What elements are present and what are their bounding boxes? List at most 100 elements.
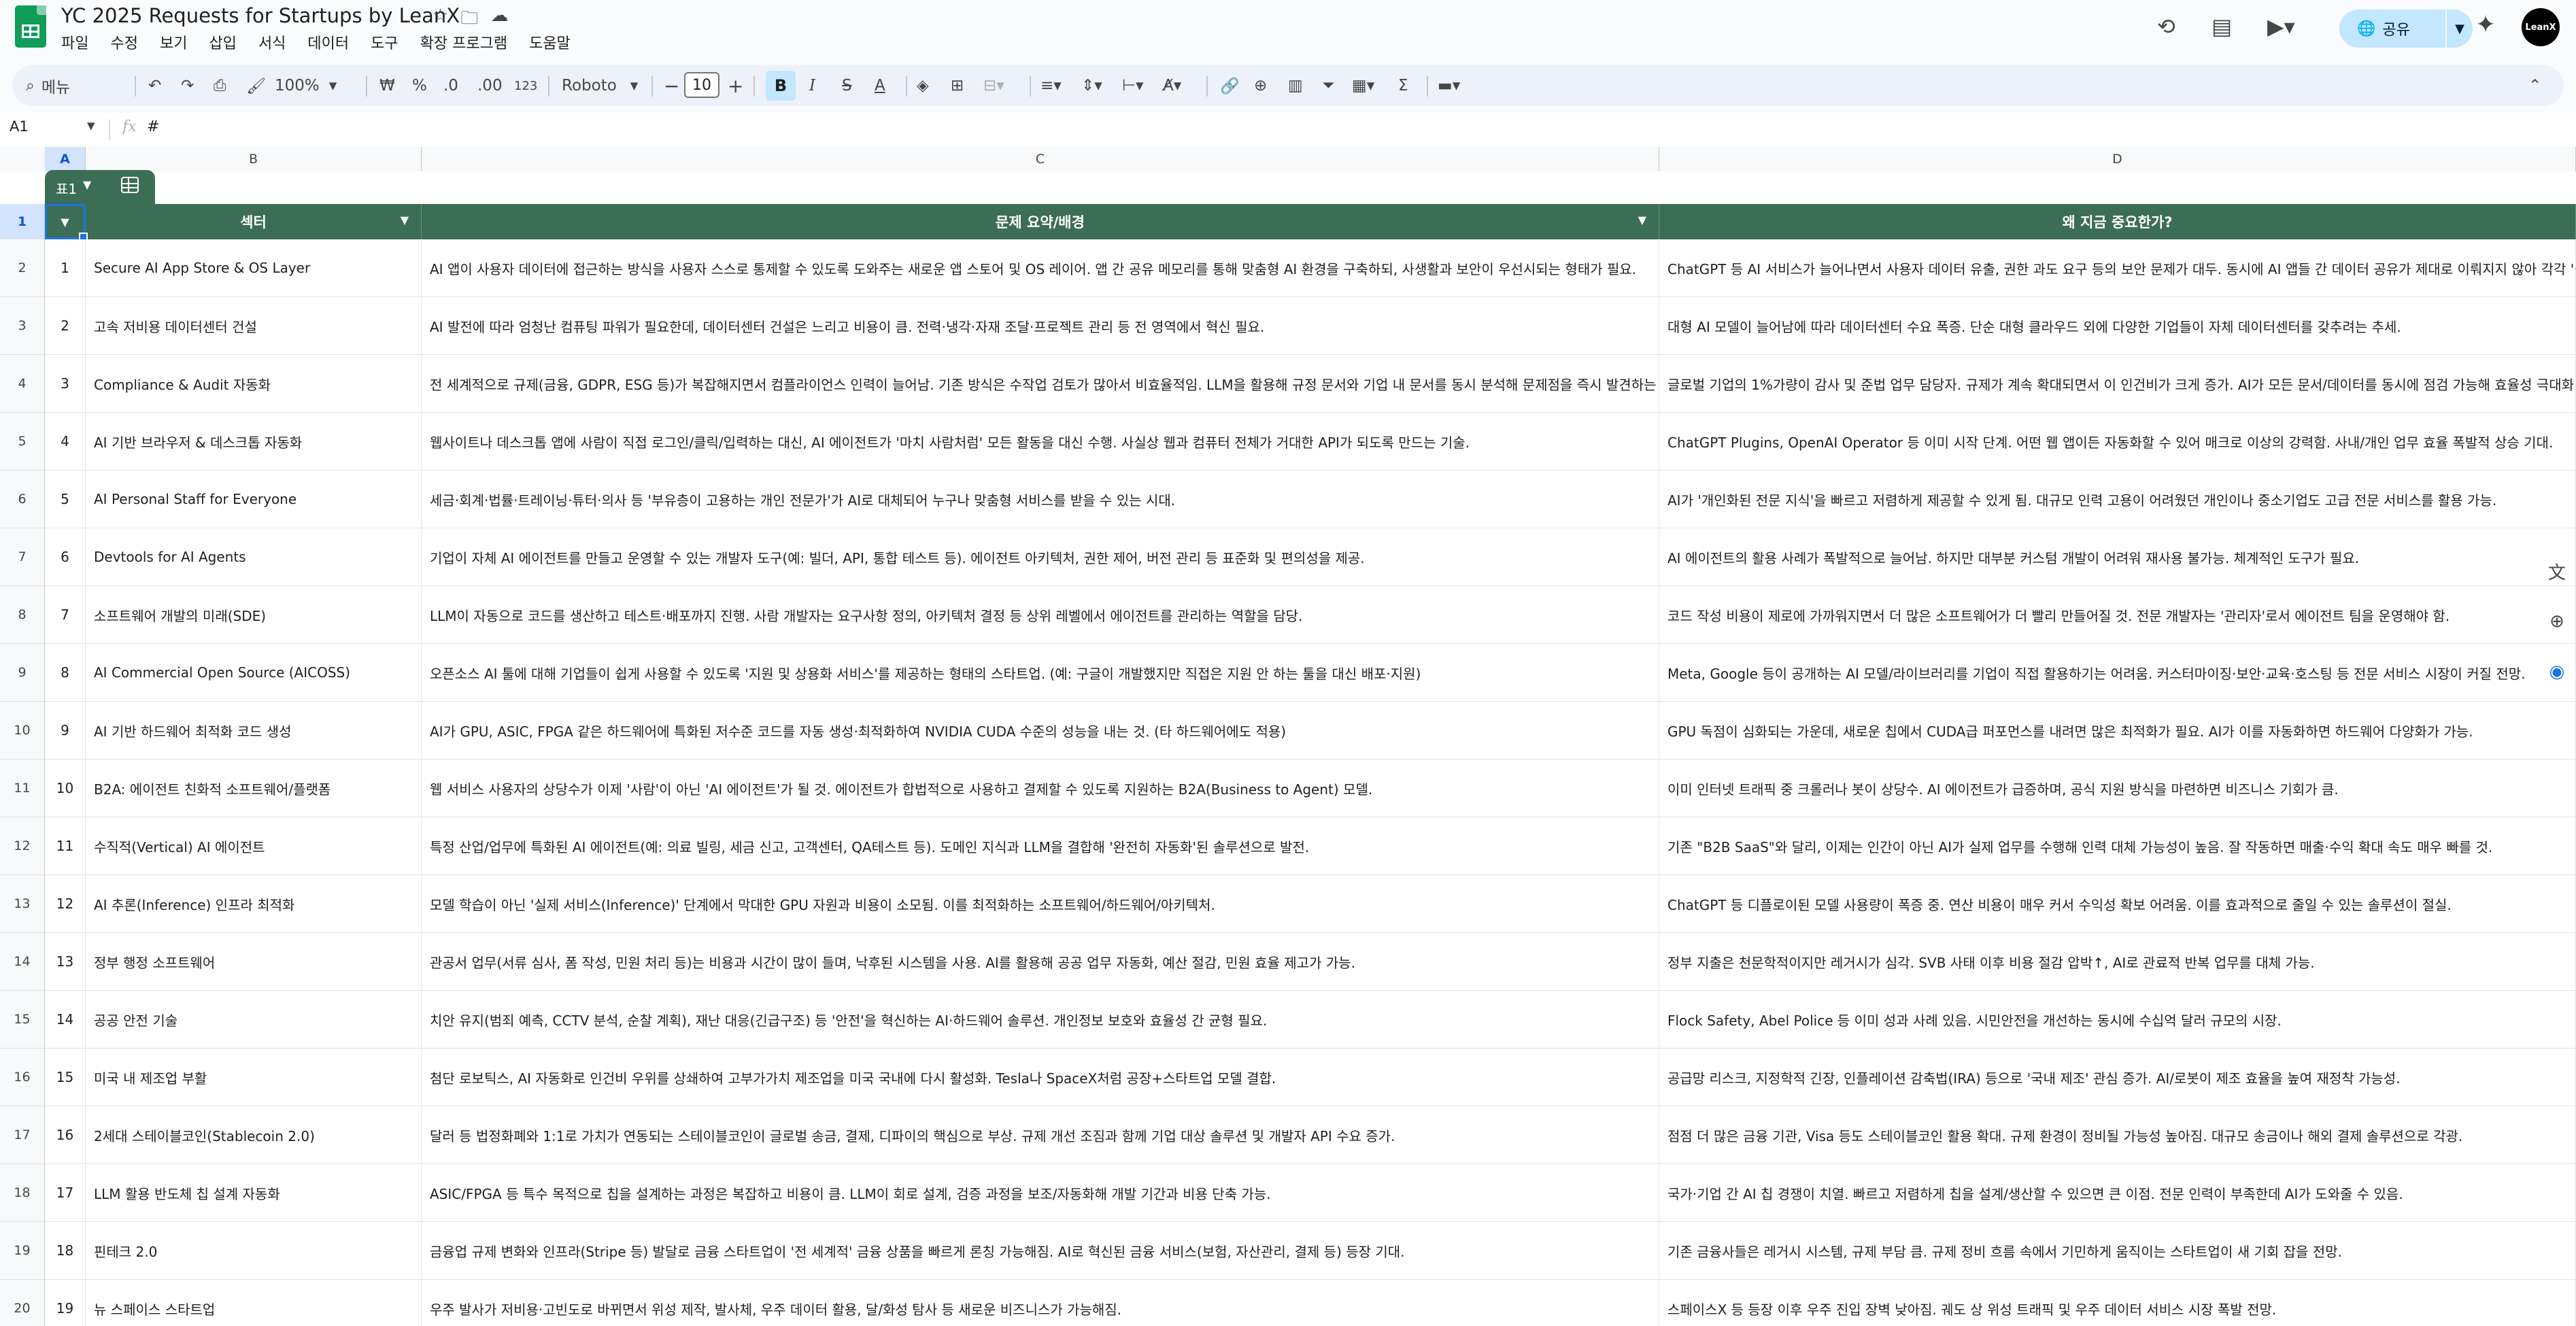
menu-file[interactable]: 파일 — [61, 31, 88, 53]
document-title[interactable]: YC 2025 Requests for Startups by LeanX — [61, 4, 460, 27]
header-cell-summary[interactable]: 문제 요약/배경 ▼ — [422, 204, 1659, 239]
cell-why-now[interactable]: 공급망 리스크, 지정학적 긴장, 인플레이션 감축법(IRA) 등으로 '국내… — [1659, 1049, 2576, 1106]
cell-why-now[interactable]: 이미 인터넷 트래픽 중 크롤러나 봇이 상당수. AI 에이전트가 급증하며,… — [1659, 760, 2576, 817]
zoom-select[interactable]: 100% ▼ — [275, 65, 337, 106]
percent-format-button[interactable]: % — [412, 65, 427, 106]
menu-insert[interactable]: 삽입 — [209, 31, 236, 53]
strikethrough-button[interactable]: S — [842, 65, 852, 106]
currency-format-button[interactable]: ₩ — [379, 65, 395, 106]
text-color-button[interactable]: A — [875, 65, 885, 106]
cell-summary[interactable]: 세금·회계·법률·트레이닝·튜터·의사 등 '부유층이 고용하는 개인 전문가'… — [422, 471, 1659, 528]
cell-why-now[interactable]: 글로벌 기업의 1%가량이 감사 및 준법 업무 담당자. 규제가 계속 확대되… — [1659, 355, 2576, 412]
cell-why-now[interactable]: 국가·기업 간 AI 칩 경쟁이 치열. 빠르고 저렴하게 칩을 설계/생산할 … — [1659, 1164, 2576, 1221]
filter-views-icon[interactable]: ▦▾ — [1352, 65, 1374, 106]
fill-color-icon[interactable]: ◈ — [917, 65, 929, 106]
menu-extensions[interactable]: 확장 프로그램 — [420, 31, 507, 53]
cell-num[interactable]: 14 — [45, 991, 86, 1048]
sheets-logo-icon[interactable] — [15, 5, 46, 48]
italic-button[interactable]: I — [809, 65, 815, 106]
cell-summary[interactable]: LLM이 자동으로 코드를 생산하고 테스트·배포까지 진행. 사람 개발자는 … — [422, 586, 1659, 643]
cell-summary[interactable]: 오픈소스 AI 툴에 대해 기업들이 쉽게 사용할 수 있도록 '지원 및 상용… — [422, 644, 1659, 701]
column-header-c[interactable]: C — [422, 147, 1659, 171]
insert-chart-icon[interactable]: ▥ — [1288, 65, 1303, 106]
decrease-font-size-icon[interactable]: − — [664, 65, 679, 106]
header-cell-sector[interactable]: 섹터 ▼ — [86, 204, 422, 239]
column-header-a[interactable]: A — [45, 147, 86, 171]
menu-format[interactable]: 서식 — [258, 31, 286, 53]
cell-summary[interactable]: AI 발전에 따라 엄청난 컴퓨팅 파워가 필요한데, 데이터센터 건설은 느리… — [422, 297, 1659, 354]
header-cell-why-now[interactable]: 왜 지금 중요한가? — [1659, 204, 2576, 239]
increase-font-size-icon[interactable]: + — [728, 65, 743, 106]
cell-num[interactable]: 7 — [45, 586, 86, 643]
row-header[interactable]: 20 — [0, 1280, 45, 1326]
cell-sector[interactable]: 정부 행정 소프트웨어 — [86, 933, 422, 990]
input-tools-icon[interactable]: ▬▾ — [1438, 65, 1460, 106]
cell-num[interactable]: 16 — [45, 1106, 86, 1163]
cell-summary[interactable]: 모델 학습이 아닌 '실제 서비스(Inference)' 단계에서 막대한 G… — [422, 875, 1659, 932]
assistant-icon[interactable]: ◉ — [2543, 658, 2571, 685]
cell-summary[interactable]: 우주 발사가 저비용·고빈도로 바뀌면서 위성 제작, 발사체, 우주 데이터 … — [422, 1280, 1659, 1326]
insert-link-icon[interactable]: 🔗 — [1220, 65, 1240, 106]
avatar[interactable]: LeanX — [2522, 8, 2560, 46]
menu-help[interactable]: 도움말 — [529, 31, 571, 53]
text-rotation-icon[interactable]: A̸▾ — [1163, 65, 1181, 106]
cell-why-now[interactable]: GPU 독점이 심화되는 가운데, 새로운 칩에서 CUDA급 퍼포먼스를 내려… — [1659, 702, 2576, 759]
cell-num[interactable]: 18 — [45, 1222, 86, 1279]
cell-summary[interactable]: ASIC/FPGA 등 특수 목적으로 칩을 설계하는 과정은 복잡하고 비용이… — [422, 1164, 1659, 1221]
row-header[interactable]: 9 — [0, 644, 45, 702]
cell-sector[interactable]: 소프트웨어 개발의 미래(SDE) — [86, 586, 422, 643]
row-header[interactable]: 6 — [0, 471, 45, 528]
cell-num[interactable]: 8 — [45, 644, 86, 701]
cell-num[interactable]: 11 — [45, 817, 86, 874]
cell-sector[interactable]: AI 기반 브라우저 & 데스크톱 자동화 — [86, 413, 422, 470]
cell-num[interactable]: 4 — [45, 413, 86, 470]
chevron-down-icon[interactable]: ▼ — [83, 178, 91, 191]
share-dropdown-icon[interactable]: ▼ — [2447, 22, 2473, 36]
functions-icon[interactable]: Σ — [1398, 65, 1408, 106]
cell-sector[interactable]: Secure AI App Store & OS Layer — [86, 239, 422, 296]
cell-num[interactable]: 15 — [45, 1049, 86, 1106]
horizontal-align-icon[interactable]: ≡▾ — [1040, 65, 1062, 106]
font-size-input[interactable]: 10 — [684, 72, 719, 98]
text-wrap-icon[interactable]: ⊢▾ — [1122, 65, 1144, 106]
add-ons-icon[interactable]: ⊕ — [2543, 608, 2571, 635]
cell-num[interactable]: 2 — [45, 297, 86, 354]
cell-why-now[interactable]: 정부 지출은 천문학적이지만 레거시가 심각. SVB 사태 이후 비용 절감 … — [1659, 933, 2576, 990]
name-box[interactable]: A1 — [10, 118, 29, 135]
column-header-d[interactable]: D — [1659, 147, 2576, 171]
row-header[interactable]: 2 — [0, 239, 45, 297]
vertical-align-icon[interactable]: ⇕▾ — [1081, 65, 1102, 106]
cell-num[interactable]: 12 — [45, 875, 86, 932]
row-header[interactable]: 1 — [0, 204, 45, 239]
meet-icon[interactable]: ▶▾ — [2267, 14, 2295, 39]
row-header[interactable]: 5 — [0, 413, 45, 471]
cell-sector[interactable]: AI 기반 하드웨어 최적화 코드 생성 — [86, 702, 422, 759]
row-header[interactable]: 7 — [0, 528, 45, 586]
cell-summary[interactable]: 금융업 규제 변화와 인프라(Stripe 등) 발달로 금융 스타트업이 '전… — [422, 1222, 1659, 1279]
row-header[interactable]: 18 — [0, 1164, 45, 1222]
cell-sector[interactable]: Devtools for AI Agents — [86, 528, 422, 585]
cell-sector[interactable]: 핀테크 2.0 — [86, 1222, 422, 1279]
cell-summary[interactable]: 첨단 로보틱스, AI 자동화로 인건비 우위를 상쇄하여 고부가가치 제조업을… — [422, 1049, 1659, 1106]
cell-summary[interactable]: 달러 등 법정화폐와 1:1로 가치가 연동되는 스테이블코인이 글로벌 송금,… — [422, 1106, 1659, 1163]
cell-why-now[interactable]: ChatGPT 등 AI 서비스가 늘어나면서 사용자 데이터 유출, 권한 과… — [1659, 239, 2576, 296]
cell-sector[interactable]: AI Personal Staff for Everyone — [86, 471, 422, 528]
row-header[interactable]: 10 — [0, 702, 45, 760]
comments-icon[interactable]: ▤ — [2211, 14, 2232, 39]
cell-summary[interactable]: AI 앱이 사용자 데이터에 접근하는 방식을 사용자 스스로 통제할 수 있도… — [422, 239, 1659, 296]
cell-why-now[interactable]: ChatGPT Plugins, OpenAI Operator 등 이미 시작… — [1659, 413, 2576, 470]
row-header[interactable]: 12 — [0, 817, 45, 875]
table-chip[interactable]: 표1 ▼ — [45, 170, 155, 204]
cell-num[interactable]: 19 — [45, 1280, 86, 1326]
cell-why-now[interactable]: 점점 더 많은 금융 기관, Visa 등도 스테이블코인 활용 확대. 규제 … — [1659, 1106, 2576, 1163]
paint-format-icon[interactable]: 🖌 — [246, 65, 266, 106]
row-header[interactable]: 17 — [0, 1106, 45, 1164]
cell-sector[interactable]: 공공 안전 기술 — [86, 991, 422, 1048]
cell-summary[interactable]: 웹 서비스 사용자의 상당수가 이제 '사람'이 아닌 'AI 에이전트'가 될… — [422, 760, 1659, 817]
cell-sector[interactable]: 미국 내 제조업 부활 — [86, 1049, 422, 1106]
cell-num[interactable]: 1 — [45, 239, 86, 296]
filter-chevron-icon[interactable]: ▼ — [1638, 214, 1646, 226]
cell-sector[interactable]: 수직적(Vertical) AI 에이전트 — [86, 817, 422, 874]
cell-summary[interactable]: 전 세계적으로 규제(금융, GDPR, ESG 등)가 복잡해지면서 컴플라이… — [422, 355, 1659, 412]
row-header[interactable]: 13 — [0, 875, 45, 933]
